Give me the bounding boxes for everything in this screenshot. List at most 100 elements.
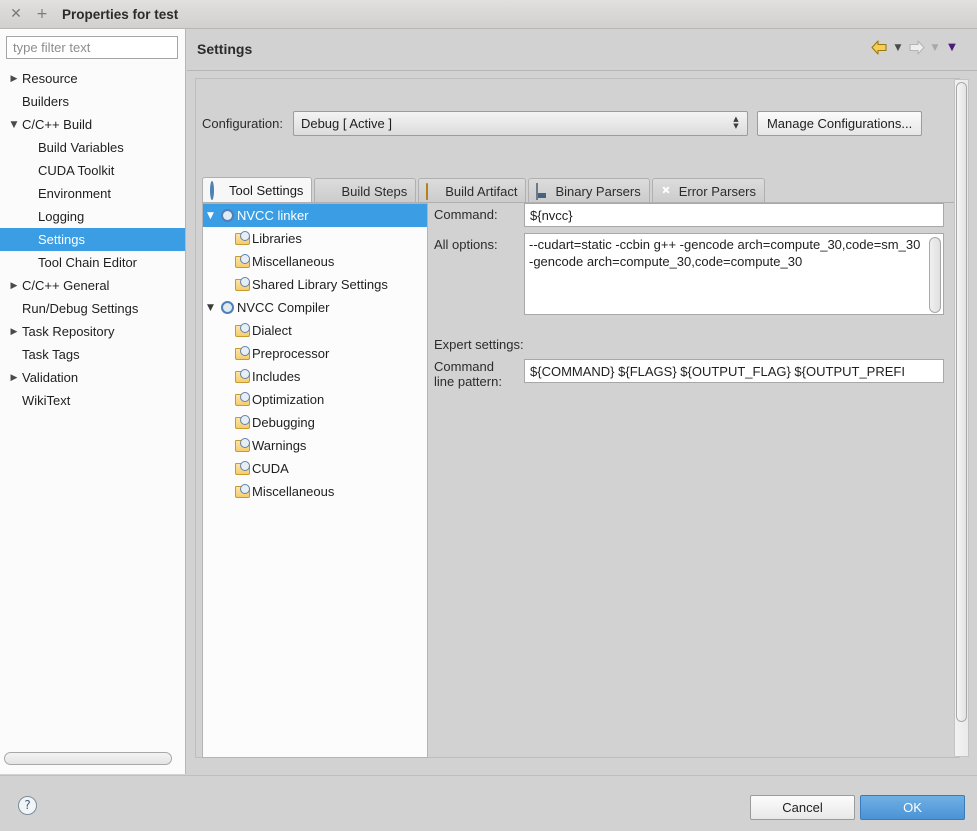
- close-icon[interactable]: ✕: [6, 4, 26, 24]
- plus-icon[interactable]: +: [32, 4, 52, 24]
- tool-tree-item-cuda[interactable]: CUDA: [203, 457, 427, 480]
- tab-label: Tool Settings: [229, 183, 304, 198]
- chevron-right-icon[interactable]: ▶: [6, 373, 22, 383]
- chevron-down-icon[interactable]: ▼: [6, 120, 22, 130]
- tool-tree-item-debugging[interactable]: Debugging: [203, 411, 427, 434]
- sidebar-item-validation[interactable]: ▶ Validation: [0, 366, 185, 389]
- sidebar-item-builders[interactable]: Builders: [0, 90, 185, 113]
- tool-tree-item-nvcc-linker[interactable]: ▼ NVCC linker: [203, 204, 427, 227]
- help-icon[interactable]: ?: [18, 796, 37, 815]
- configuration-row: Configuration: Debug [ Active ] ▲ ▼ Mana…: [202, 110, 952, 136]
- all-options-label: All options:: [434, 237, 498, 252]
- tool-tree-item-includes[interactable]: Includes: [203, 365, 427, 388]
- chevron-down-icon[interactable]: ▼: [203, 211, 218, 221]
- back-arrow-icon[interactable]: [871, 40, 888, 55]
- sidebar-item-build-variables[interactable]: Build Variables: [0, 136, 185, 159]
- sidebar-item-logging[interactable]: Logging: [0, 205, 185, 228]
- sidebar-item-label: Task Repository: [22, 324, 115, 339]
- tool-tree-item-optimization[interactable]: Optimization: [203, 388, 427, 411]
- content-vertical-scrollbar[interactable]: [954, 79, 969, 757]
- chevron-down-icon[interactable]: ▼: [203, 303, 218, 313]
- tool-tree-item-label: CUDA: [252, 461, 289, 476]
- sidebar-item-label: WikiText: [22, 393, 71, 408]
- folder-icon: [233, 230, 252, 245]
- tool-tree: ▼ NVCC linker Libraries Miscellaneous Shared…: [202, 203, 428, 758]
- chevron-right-icon[interactable]: ▶: [6, 327, 22, 337]
- header-divider: [187, 70, 977, 71]
- sidebar-item-run-debug-settings[interactable]: Run/Debug Settings: [0, 297, 185, 320]
- tab-tool-settings[interactable]: Tool Settings: [202, 177, 313, 203]
- sidebar-item-label: Settings: [38, 232, 85, 247]
- all-options-row: All options: --cudart=static -ccbin g++ …: [434, 233, 944, 315]
- sidebar-item-tool-chain-editor[interactable]: Tool Chain Editor: [0, 251, 185, 274]
- sidebar-item-label: Run/Debug Settings: [22, 301, 139, 316]
- scrollbar-thumb[interactable]: [4, 752, 172, 765]
- folder-icon: [233, 437, 252, 452]
- tool-tree-item-miscellaneous[interactable]: Miscellaneous: [203, 250, 427, 273]
- tab-build-steps[interactable]: Build Steps: [314, 178, 417, 203]
- tool-tree-item-miscellaneous[interactable]: Miscellaneous: [203, 480, 427, 503]
- ok-button[interactable]: OK: [860, 795, 965, 820]
- settings-pane: Settings ▼ ▼ ▼ Configuration: Debug [ Ac…: [187, 29, 977, 774]
- tool-tree-item-warnings[interactable]: Warnings: [203, 434, 427, 457]
- command-label: Command:: [434, 207, 498, 222]
- window-title: Properties for test: [62, 6, 179, 22]
- sidebar-item-label: Resource: [22, 71, 78, 86]
- tab-error-parsers[interactable]: Error Parsers: [651, 178, 766, 203]
- sidebar-item-resource[interactable]: ▶ Resource: [0, 67, 185, 90]
- scrollbar-thumb[interactable]: [956, 82, 967, 722]
- manage-configurations-button[interactable]: Manage Configurations...: [756, 110, 923, 136]
- tool-tree-item-label: Libraries: [252, 231, 302, 246]
- sidebar-item-cuda-toolkit[interactable]: CUDA Toolkit: [0, 159, 185, 182]
- tool-tree-item-nvcc-compiler[interactable]: ▼ NVCC Compiler: [203, 296, 427, 319]
- tool-tree-item-label: Warnings: [252, 438, 307, 453]
- scrollbar-thumb[interactable]: [929, 237, 941, 313]
- back-menu-chevron-down-icon[interactable]: ▼: [891, 43, 905, 53]
- tool-tree-item-label: Debugging: [252, 415, 315, 430]
- sidebar-item-task-tags[interactable]: Task Tags: [0, 343, 185, 366]
- command-field[interactable]: ${nvcc}: [524, 203, 944, 227]
- all-options-field[interactable]: --cudart=static -ccbin g++ -gencode arch…: [524, 233, 944, 315]
- cancel-button[interactable]: Cancel: [750, 795, 855, 820]
- tool-tree-item-shared-library-settings[interactable]: Shared Library Settings: [203, 273, 427, 296]
- expert-settings-label: Expert settings:: [434, 337, 524, 352]
- window-title-bar: ✕ + Properties for test: [0, 0, 977, 29]
- tool-icon: [218, 209, 237, 222]
- search-input[interactable]: [7, 37, 193, 58]
- folder-icon: [233, 276, 252, 291]
- view-menu-chevron-down-icon[interactable]: ▼: [945, 42, 959, 53]
- sidebar-horizontal-scrollbar[interactable]: [4, 752, 172, 765]
- configuration-select[interactable]: Debug [ Active ] ▲ ▼: [292, 110, 748, 136]
- sidebar-item-environment[interactable]: Environment: [0, 182, 185, 205]
- error-icon: [660, 184, 675, 199]
- chevron-right-icon[interactable]: ▶: [6, 281, 22, 291]
- command-line-pattern-row: Command line pattern: ${COMMAND} ${FLAGS…: [434, 359, 944, 389]
- tab-label: Build Steps: [341, 183, 408, 199]
- tab-binary-parsers[interactable]: Binary Parsers: [528, 178, 650, 203]
- chevron-right-icon[interactable]: ▶: [6, 74, 22, 84]
- tool-tree-item-label: Miscellaneous: [252, 254, 335, 269]
- tab-build-artifact[interactable]: Build Artifact: [418, 178, 527, 203]
- filter-box[interactable]: ⌫: [6, 36, 210, 59]
- folder-icon: [233, 483, 252, 498]
- tool-tree-item-label: Optimization: [252, 392, 325, 407]
- pane-navigation: ▼ ▼ ▼: [871, 40, 959, 55]
- settings-tree: ▶ Resource Builders ▼ C/C++ Build Build Varia…: [0, 67, 185, 757]
- command-line-pattern-field[interactable]: ${COMMAND} ${FLAGS} ${OUTPUT_FLAG} ${OUT…: [524, 359, 944, 383]
- sidebar-item-wikitext[interactable]: WikiText: [0, 389, 185, 412]
- sidebar-item-task-repository[interactable]: ▶ Task Repository: [0, 320, 185, 343]
- spinner-icon[interactable]: ▲ ▼: [729, 115, 743, 131]
- folder-icon: [233, 345, 252, 360]
- folder-icon: [233, 391, 252, 406]
- sidebar-item-c-c-build[interactable]: ▼ C/C++ Build: [0, 113, 185, 136]
- sidebar-item-settings[interactable]: Settings: [0, 228, 185, 251]
- sidebar-item-c-c-general[interactable]: ▶ C/C++ General: [0, 274, 185, 297]
- tool-tree-item-preprocessor[interactable]: Preprocessor: [203, 342, 427, 365]
- all-options-scrollbar[interactable]: [929, 237, 941, 313]
- tool-tree-item-label: Shared Library Settings: [252, 277, 388, 292]
- sidebar-item-label: C/C++ Build: [22, 117, 93, 132]
- pattern-label-line1: Command: [434, 359, 494, 374]
- tool-tree-item-libraries[interactable]: Libraries: [203, 227, 427, 250]
- tool-tree-item-dialect[interactable]: Dialect: [203, 319, 427, 342]
- folder-icon: [233, 322, 252, 337]
